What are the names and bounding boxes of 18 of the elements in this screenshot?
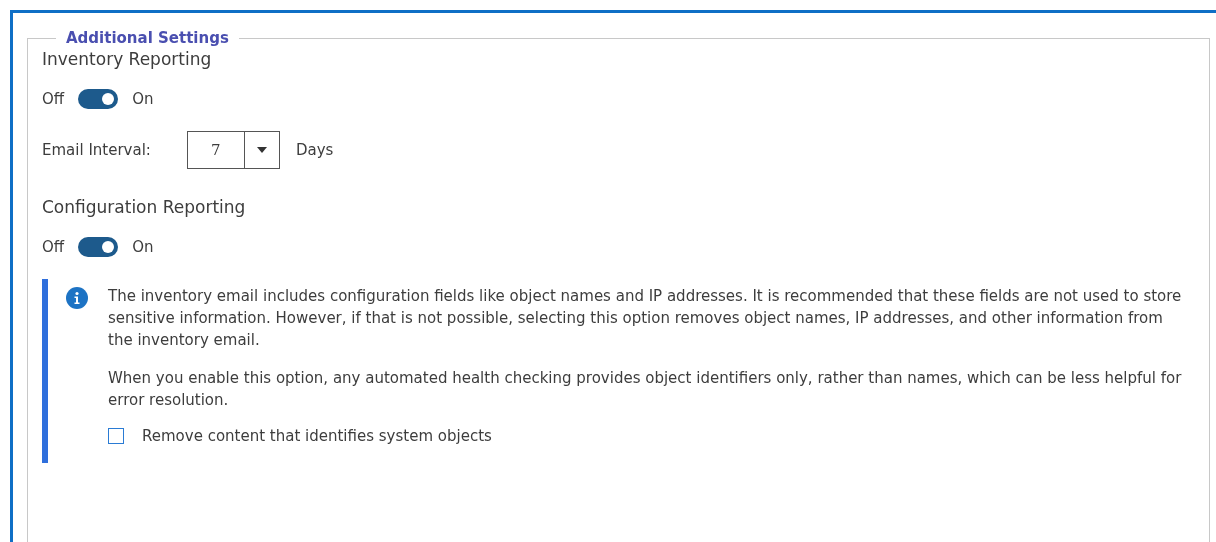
off-label: Off bbox=[42, 238, 65, 256]
checkbox[interactable] bbox=[108, 428, 124, 444]
caret-icon bbox=[256, 147, 267, 153]
section-title: Inventory Reporting bbox=[42, 49, 213, 69]
unit-label: Days bbox=[295, 141, 334, 159]
toggle-switch[interactable] bbox=[78, 89, 119, 109]
fieldset-legend: Additional Settings bbox=[56, 29, 239, 47]
section-title: Configuration Reporting bbox=[42, 197, 247, 217]
toggle-switch[interactable] bbox=[78, 237, 119, 257]
notice-paragraph: When you enable this option, any automated health checking provides object identifiers only, rather than names, which can be less helpful for error resolution. bbox=[108, 368, 1183, 411]
on-label: On bbox=[132, 90, 154, 108]
notice-paragraph: The inventory email includes configuration fields like object names and IP addresses. It is recommended that these fields are not used to store sensitive information. However, if that is not possible, selecting this option removes object names, IP addresses, and other information from the inventory email. bbox=[108, 286, 1183, 351]
on-label: On bbox=[132, 238, 154, 256]
info-icon bbox=[66, 287, 88, 309]
interval-select[interactable]: 7 bbox=[186, 131, 280, 169]
checkbox-label: Remove content that identifies system objects bbox=[142, 427, 492, 445]
off-label: Off bbox=[42, 90, 65, 108]
interval-label: Email Interval: bbox=[42, 141, 151, 159]
